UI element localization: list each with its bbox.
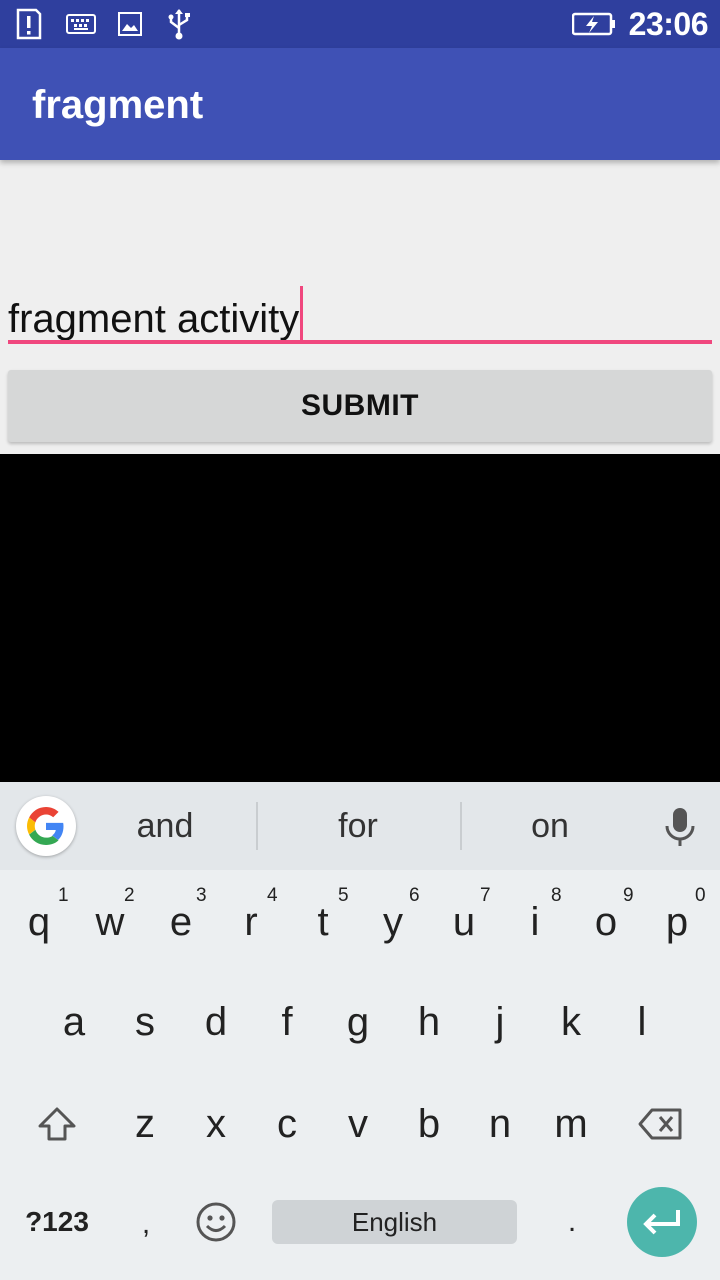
key-w-hint: 2 xyxy=(124,885,135,906)
key-a[interactable]: a xyxy=(39,992,109,1052)
text-cursor xyxy=(300,286,304,342)
emoji-icon xyxy=(196,1202,236,1242)
submit-button[interactable]: SUBMIT xyxy=(8,370,712,442)
suggestion-1[interactable]: and xyxy=(100,802,230,850)
enter-icon xyxy=(643,1210,680,1235)
image-icon xyxy=(118,8,142,40)
status-bar: 23:06 xyxy=(0,0,720,48)
key-b[interactable]: b xyxy=(394,1094,464,1154)
space-key[interactable]: English xyxy=(272,1200,517,1244)
backspace-icon xyxy=(638,1108,682,1140)
suggestion-divider xyxy=(256,802,258,850)
key-y-hint: 6 xyxy=(409,885,420,906)
battery-charging-icon xyxy=(572,8,616,40)
key-k[interactable]: k xyxy=(536,992,606,1052)
suggestion-2[interactable]: for xyxy=(290,802,426,850)
key-x[interactable]: x xyxy=(181,1094,251,1154)
backspace-key[interactable] xyxy=(626,1094,696,1154)
text-input-underline xyxy=(8,340,712,344)
key-d[interactable]: d xyxy=(181,992,251,1052)
comma-key[interactable]: , xyxy=(126,1202,166,1246)
key-m[interactable]: m xyxy=(536,1094,606,1154)
microphone-icon[interactable] xyxy=(660,806,700,850)
key-j[interactable]: j xyxy=(465,992,535,1052)
key-i-hint: 8 xyxy=(551,885,562,906)
suggestion-3[interactable]: on xyxy=(490,802,610,850)
shift-icon xyxy=(38,1107,76,1141)
period-key[interactable]: . xyxy=(552,1200,592,1244)
key-e-hint: 3 xyxy=(196,885,207,906)
key-q-hint: 1 xyxy=(58,885,69,906)
suggestion-strip: and for on xyxy=(0,782,720,870)
key-v[interactable]: v xyxy=(323,1094,393,1154)
enter-key[interactable] xyxy=(627,1187,697,1257)
key-o-hint: 9 xyxy=(623,885,634,906)
key-l[interactable]: l xyxy=(607,992,677,1052)
key-f[interactable]: f xyxy=(252,992,322,1052)
google-logo-icon[interactable] xyxy=(16,796,76,856)
emoji-key[interactable] xyxy=(190,1200,242,1244)
key-n[interactable]: n xyxy=(465,1094,535,1154)
text-input[interactable]: fragment activity xyxy=(8,278,712,346)
keyboard-icon xyxy=(66,8,96,40)
soft-keyboard: and for on q 1 w 2 e 3 r 4 t 5 y 6 u 7 i… xyxy=(0,782,720,1280)
suggestion-divider xyxy=(460,802,462,850)
shift-key[interactable] xyxy=(22,1094,92,1154)
text-input-content: fragment activity xyxy=(8,297,300,341)
key-t-hint: 5 xyxy=(338,885,349,906)
key-h[interactable]: h xyxy=(394,992,464,1052)
alert-icon xyxy=(16,8,42,40)
key-p-hint: 0 xyxy=(695,885,706,906)
app-bar: fragment xyxy=(0,48,720,160)
usb-icon xyxy=(166,8,192,40)
key-c[interactable]: c xyxy=(252,1094,322,1154)
text-input-value: fragment activity xyxy=(8,286,304,343)
clock: 23:06 xyxy=(628,6,709,42)
symbols-key[interactable]: ?123 xyxy=(12,1200,102,1244)
key-u-hint: 7 xyxy=(480,885,491,906)
key-s[interactable]: s xyxy=(110,992,180,1052)
key-z[interactable]: z xyxy=(110,1094,180,1154)
key-r-hint: 4 xyxy=(267,885,278,906)
key-g[interactable]: g xyxy=(323,992,393,1052)
fragment-container xyxy=(0,454,720,782)
app-title: fragment xyxy=(32,83,204,127)
